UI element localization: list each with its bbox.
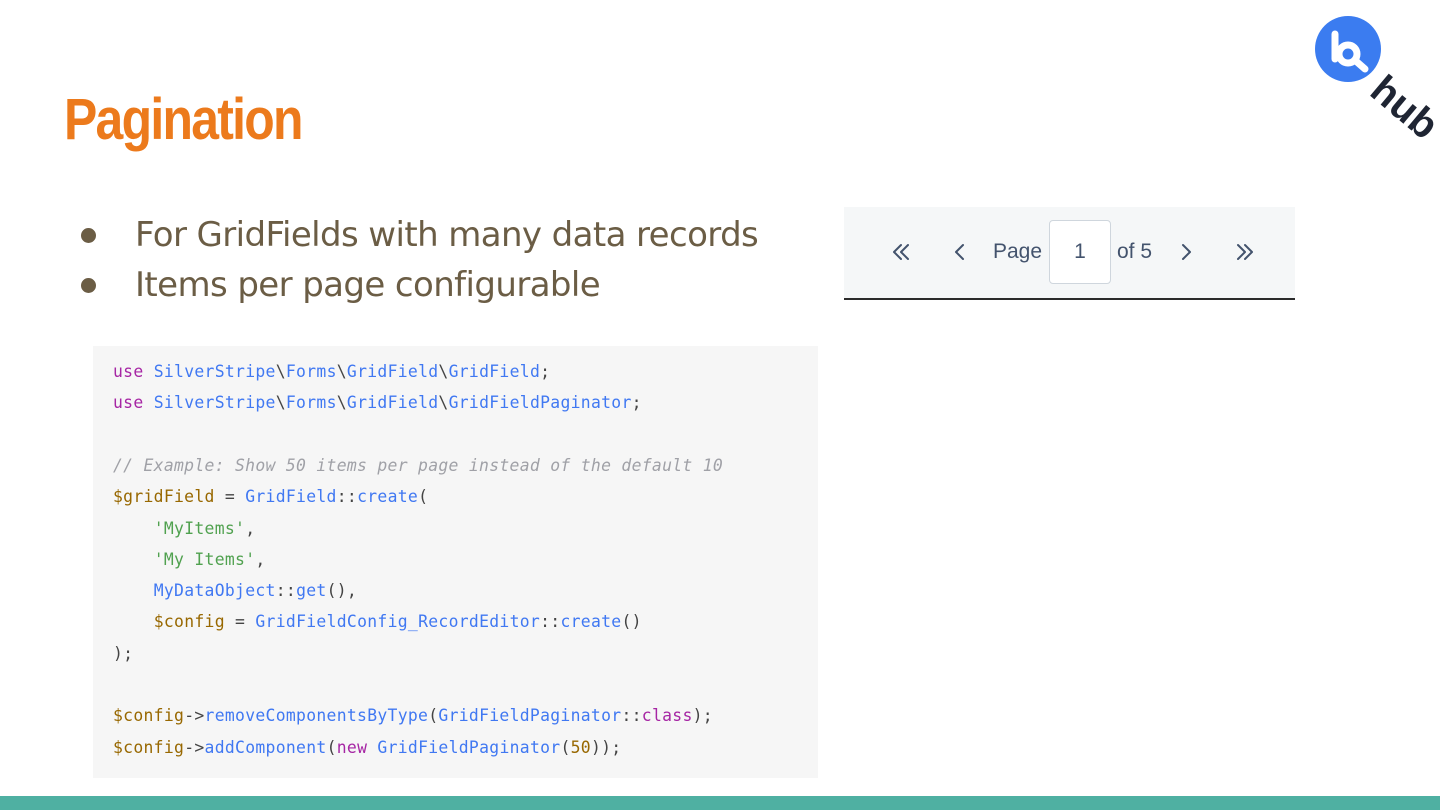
hub-logo: hub <box>1310 14 1440 148</box>
bullet-dot-icon <box>81 228 96 243</box>
code-token: ( <box>418 487 429 507</box>
code-token: $config <box>153 612 225 632</box>
code-token: \ <box>275 362 286 381</box>
code-token: ; <box>631 393 642 413</box>
code-token: get <box>296 581 327 601</box>
code-token: :: <box>621 706 642 726</box>
code-token: create <box>357 487 419 507</box>
code-token: ( <box>428 706 439 726</box>
code-token: :: <box>336 487 358 507</box>
code-snippet: use SilverStripe\Forms\GridField\GridFie… <box>93 346 818 778</box>
page-total-label: of 5 <box>1117 240 1153 263</box>
chevron-left-icon[interactable] <box>947 239 973 265</box>
code-token: new <box>336 737 368 757</box>
code-token: GridFieldPaginator <box>438 706 622 726</box>
code-token: ); <box>692 706 713 726</box>
code-token: ); <box>113 643 134 663</box>
code-token: (), <box>326 581 358 601</box>
bullet-text: For GridFields with many data records <box>135 215 759 255</box>
code-token: = <box>214 487 246 507</box>
code-token: // Example: Show 50 items per page inste… <box>113 455 724 475</box>
code-token: 'MyItems' <box>153 518 246 538</box>
slide-title: Pagination <box>64 87 303 152</box>
code-token: MyDataObject <box>153 581 276 601</box>
code-line: MyDataObject::get(), <box>113 579 357 603</box>
code-token: Forms <box>285 393 337 413</box>
code-token: addComponent <box>204 737 327 757</box>
code-line: 'My Items', <box>113 548 266 572</box>
code-token: use <box>113 393 144 413</box>
code-line: $config = GridFieldConfig_RecordEditor::… <box>113 610 642 634</box>
code-token: GridFieldPaginator <box>448 393 632 413</box>
bullet-item: Items per page configurable <box>78 260 758 310</box>
code-token: $config <box>113 706 185 726</box>
bullet-text: Items per page configurable <box>135 265 601 305</box>
pagination-control: Page 1 of 5 <box>844 207 1295 300</box>
code-token: GridFieldPaginator <box>377 737 561 757</box>
code-token: GridField <box>346 362 439 381</box>
code-token: )); <box>590 737 622 757</box>
code-token: -> <box>184 737 205 757</box>
code-line: $config->removeComponentsByType(GridFiel… <box>113 704 713 728</box>
bullet-item: For GridFields with many data records <box>78 210 759 260</box>
code-line: $gridField = GridField::create( <box>113 485 428 509</box>
code-token: \ <box>438 393 449 413</box>
code-token: Forms <box>285 362 337 381</box>
footer-accent-bar <box>0 796 1440 810</box>
chevron-right-icon[interactable] <box>1173 239 1199 265</box>
bullet-list: For GridFields with many data records It… <box>78 210 759 310</box>
page-number-input[interactable]: 1 <box>1049 220 1111 284</box>
code-token: -> <box>184 706 205 726</box>
code-line: ); <box>113 642 133 666</box>
double-chevron-right-icon[interactable] <box>1232 239 1258 265</box>
code-token: \ <box>336 362 347 381</box>
code-token: GridField <box>346 393 439 413</box>
code-token: GridFieldConfig_RecordEditor <box>255 612 541 632</box>
code-token: GridField <box>245 487 337 507</box>
code-token: SilverStripe <box>153 362 276 381</box>
code-token: ; <box>540 362 551 381</box>
bullet-dot-icon <box>81 278 96 293</box>
code-line: use SilverStripe\Forms\GridField\GridFie… <box>113 360 550 384</box>
code-token: removeComponentsByType <box>204 706 429 726</box>
code-token: class <box>641 706 693 726</box>
code-token: SilverStripe <box>153 393 276 413</box>
code-token: 'My Items' <box>153 549 256 569</box>
code-line: use SilverStripe\Forms\GridField\GridFie… <box>113 391 642 415</box>
code-token: create <box>560 612 622 632</box>
code-token: \ <box>438 362 449 381</box>
code-token: use <box>113 362 144 381</box>
code-token: ( <box>560 737 571 757</box>
code-token: $gridField <box>113 487 215 507</box>
code-token: GridField <box>448 362 541 381</box>
code-token: :: <box>540 612 561 632</box>
code-token: 50 <box>570 737 591 757</box>
double-chevron-left-icon[interactable] <box>888 239 914 265</box>
code-line: // Example: Show 50 items per page inste… <box>113 454 723 478</box>
page-label: Page <box>993 240 1043 263</box>
code-token: , <box>245 518 256 538</box>
code-token: \ <box>275 393 286 413</box>
code-token: :: <box>275 581 297 601</box>
code-token: () <box>621 612 642 632</box>
code-token: = <box>224 612 256 632</box>
logo-text: hub <box>1362 67 1435 139</box>
code-token: \ <box>336 393 347 413</box>
code-token: $config <box>113 737 185 757</box>
code-line: 'MyItems', <box>113 517 255 541</box>
code-token: ( <box>326 737 337 757</box>
code-token: , <box>255 549 266 569</box>
code-line: $config->addComponent(new GridFieldPagin… <box>113 736 621 760</box>
